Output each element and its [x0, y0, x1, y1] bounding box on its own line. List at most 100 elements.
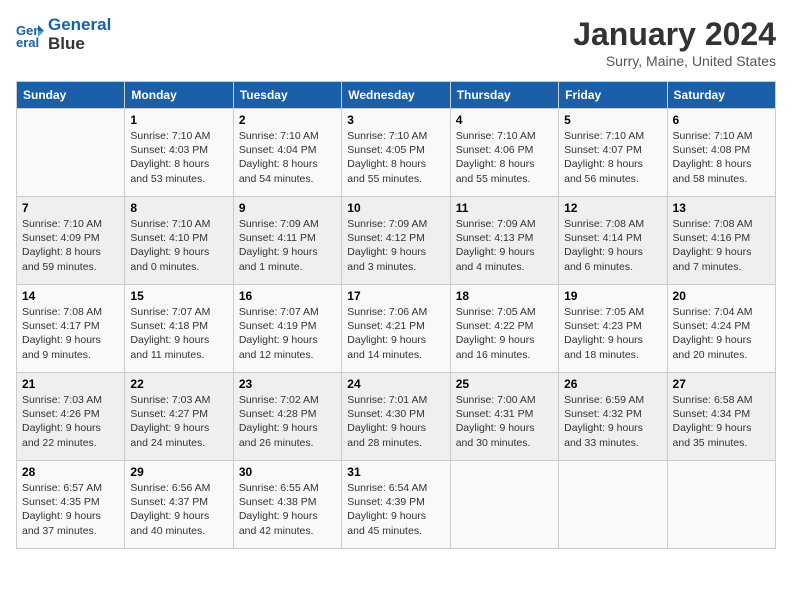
day-number: 11 — [456, 201, 553, 215]
day-number: 18 — [456, 289, 553, 303]
day-number: 7 — [22, 201, 119, 215]
day-cell: 10 Sunrise: 7:09 AM Sunset: 4:12 PM Dayli… — [342, 197, 450, 285]
day-number: 14 — [22, 289, 119, 303]
header-cell-sunday: Sunday — [17, 82, 125, 109]
header-cell-monday: Monday — [125, 82, 233, 109]
logo-line2: Blue — [48, 35, 111, 54]
day-number: 28 — [22, 465, 119, 479]
day-info: Sunrise: 7:07 AM Sunset: 4:18 PM Dayligh… — [130, 305, 227, 362]
day-cell — [667, 461, 775, 549]
day-cell: 21 Sunrise: 7:03 AM Sunset: 4:26 PM Dayli… — [17, 373, 125, 461]
day-number: 15 — [130, 289, 227, 303]
day-info: Sunrise: 7:06 AM Sunset: 4:21 PM Dayligh… — [347, 305, 444, 362]
day-info: Sunrise: 7:04 AM Sunset: 4:24 PM Dayligh… — [673, 305, 770, 362]
day-info: Sunrise: 7:09 AM Sunset: 4:12 PM Dayligh… — [347, 217, 444, 274]
day-cell: 27 Sunrise: 6:58 AM Sunset: 4:34 PM Dayli… — [667, 373, 775, 461]
day-info: Sunrise: 7:10 AM Sunset: 4:05 PM Dayligh… — [347, 129, 444, 186]
day-cell: 15 Sunrise: 7:07 AM Sunset: 4:18 PM Dayli… — [125, 285, 233, 373]
day-number: 27 — [673, 377, 770, 391]
day-info: Sunrise: 7:03 AM Sunset: 4:27 PM Dayligh… — [130, 393, 227, 450]
day-info: Sunrise: 6:58 AM Sunset: 4:34 PM Dayligh… — [673, 393, 770, 450]
day-cell: 8Sunrise: 7:10 AM Sunset: 4:10 PM Daylig… — [125, 197, 233, 285]
calendar-title: January 2024 — [573, 16, 776, 53]
day-number: 10 — [347, 201, 444, 215]
day-info: Sunrise: 6:57 AM Sunset: 4:35 PM Dayligh… — [22, 481, 119, 538]
day-info: Sunrise: 7:07 AM Sunset: 4:19 PM Dayligh… — [239, 305, 336, 362]
day-number: 16 — [239, 289, 336, 303]
day-info: Sunrise: 7:00 AM Sunset: 4:31 PM Dayligh… — [456, 393, 553, 450]
day-number: 25 — [456, 377, 553, 391]
day-cell: 25 Sunrise: 7:00 AM Sunset: 4:31 PM Dayli… — [450, 373, 558, 461]
header-cell-wednesday: Wednesday — [342, 82, 450, 109]
day-number: 30 — [239, 465, 336, 479]
day-cell: 1 Sunrise: 7:10 AM Sunset: 4:03 PM Daylig… — [125, 109, 233, 197]
day-number: 6 — [673, 113, 770, 127]
day-cell: 17 Sunrise: 7:06 AM Sunset: 4:21 PM Dayli… — [342, 285, 450, 373]
day-number: 17 — [347, 289, 444, 303]
day-cell: 26 Sunrise: 6:59 AM Sunset: 4:32 PM Dayli… — [559, 373, 667, 461]
day-cell: 11Sunrise: 7:09 AM Sunset: 4:13 PM Dayli… — [450, 197, 558, 285]
day-cell: 7 Sunrise: 7:10 AM Sunset: 4:09 PM Daylig… — [17, 197, 125, 285]
day-cell: 6 Sunrise: 7:10 AM Sunset: 4:08 PM Daylig… — [667, 109, 775, 197]
day-info: Sunrise: 7:08 AM Sunset: 4:16 PM Dayligh… — [673, 217, 770, 274]
day-info: Sunrise: 7:10 AM Sunset: 4:08 PM Dayligh… — [673, 129, 770, 186]
day-number: 20 — [673, 289, 770, 303]
day-cell: 4Sunrise: 7:10 AM Sunset: 4:06 PM Daylig… — [450, 109, 558, 197]
day-cell: 22 Sunrise: 7:03 AM Sunset: 4:27 PM Dayli… — [125, 373, 233, 461]
day-number: 13 — [673, 201, 770, 215]
day-info: Sunrise: 6:54 AM Sunset: 4:39 PM Dayligh… — [347, 481, 444, 538]
logo-icon: Gen eral — [16, 21, 44, 49]
day-number: 1 — [130, 113, 227, 127]
day-info: Sunrise: 7:10 AM Sunset: 4:06 PM Dayligh… — [456, 129, 553, 186]
header-cell-saturday: Saturday — [667, 82, 775, 109]
svg-text:eral: eral — [16, 35, 39, 49]
calendar-subtitle: Surry, Maine, United States — [573, 53, 776, 69]
day-number: 31 — [347, 465, 444, 479]
week-row-2: 7 Sunrise: 7:10 AM Sunset: 4:09 PM Daylig… — [17, 197, 776, 285]
day-number: 2 — [239, 113, 336, 127]
day-number: 9 — [239, 201, 336, 215]
day-number: 26 — [564, 377, 661, 391]
day-number: 22 — [130, 377, 227, 391]
day-number: 3 — [347, 113, 444, 127]
day-cell: 12Sunrise: 7:08 AM Sunset: 4:14 PM Dayli… — [559, 197, 667, 285]
day-number: 5 — [564, 113, 661, 127]
day-info: Sunrise: 7:05 AM Sunset: 4:23 PM Dayligh… — [564, 305, 661, 362]
day-number: 21 — [22, 377, 119, 391]
day-info: Sunrise: 7:10 AM Sunset: 4:10 PM Dayligh… — [130, 217, 227, 274]
week-row-4: 21 Sunrise: 7:03 AM Sunset: 4:26 PM Dayli… — [17, 373, 776, 461]
week-row-3: 14 Sunrise: 7:08 AM Sunset: 4:17 PM Dayli… — [17, 285, 776, 373]
day-info: Sunrise: 7:02 AM Sunset: 4:28 PM Dayligh… — [239, 393, 336, 450]
day-info: Sunrise: 7:03 AM Sunset: 4:26 PM Dayligh… — [22, 393, 119, 450]
header-cell-thursday: Thursday — [450, 82, 558, 109]
title-area: January 2024 Surry, Maine, United States — [573, 16, 776, 69]
day-cell: 2Sunrise: 7:10 AM Sunset: 4:04 PM Daylig… — [233, 109, 341, 197]
day-number: 29 — [130, 465, 227, 479]
header-cell-friday: Friday — [559, 82, 667, 109]
day-number: 19 — [564, 289, 661, 303]
day-cell: 28 Sunrise: 6:57 AM Sunset: 4:35 PM Dayli… — [17, 461, 125, 549]
day-cell: 18Sunrise: 7:05 AM Sunset: 4:22 PM Dayli… — [450, 285, 558, 373]
week-row-5: 28 Sunrise: 6:57 AM Sunset: 4:35 PM Dayli… — [17, 461, 776, 549]
day-number: 12 — [564, 201, 661, 215]
day-info: Sunrise: 7:10 AM Sunset: 4:03 PM Dayligh… — [130, 129, 227, 186]
day-cell: 13 Sunrise: 7:08 AM Sunset: 4:16 PM Dayli… — [667, 197, 775, 285]
day-cell: 31 Sunrise: 6:54 AM Sunset: 4:39 PM Dayli… — [342, 461, 450, 549]
day-cell: 5 Sunrise: 7:10 AM Sunset: 4:07 PM Daylig… — [559, 109, 667, 197]
day-info: Sunrise: 6:56 AM Sunset: 4:37 PM Dayligh… — [130, 481, 227, 538]
logo-line1: General — [48, 15, 111, 34]
day-info: Sunrise: 7:10 AM Sunset: 4:07 PM Dayligh… — [564, 129, 661, 186]
day-info: Sunrise: 7:08 AM Sunset: 4:17 PM Dayligh… — [22, 305, 119, 362]
header-cell-tuesday: Tuesday — [233, 82, 341, 109]
day-info: Sunrise: 6:59 AM Sunset: 4:32 PM Dayligh… — [564, 393, 661, 450]
day-cell — [559, 461, 667, 549]
day-info: Sunrise: 6:55 AM Sunset: 4:38 PM Dayligh… — [239, 481, 336, 538]
logo: Gen eral General Blue — [16, 16, 111, 53]
calendar-table: SundayMondayTuesdayWednesdayThursdayFrid… — [16, 81, 776, 549]
day-cell: 3 Sunrise: 7:10 AM Sunset: 4:05 PM Daylig… — [342, 109, 450, 197]
day-cell: 29 Sunrise: 6:56 AM Sunset: 4:37 PM Dayli… — [125, 461, 233, 549]
day-cell: 23Sunrise: 7:02 AM Sunset: 4:28 PM Dayli… — [233, 373, 341, 461]
day-cell — [17, 109, 125, 197]
header-row: SundayMondayTuesdayWednesdayThursdayFrid… — [17, 82, 776, 109]
day-info: Sunrise: 7:10 AM Sunset: 4:09 PM Dayligh… — [22, 217, 119, 274]
